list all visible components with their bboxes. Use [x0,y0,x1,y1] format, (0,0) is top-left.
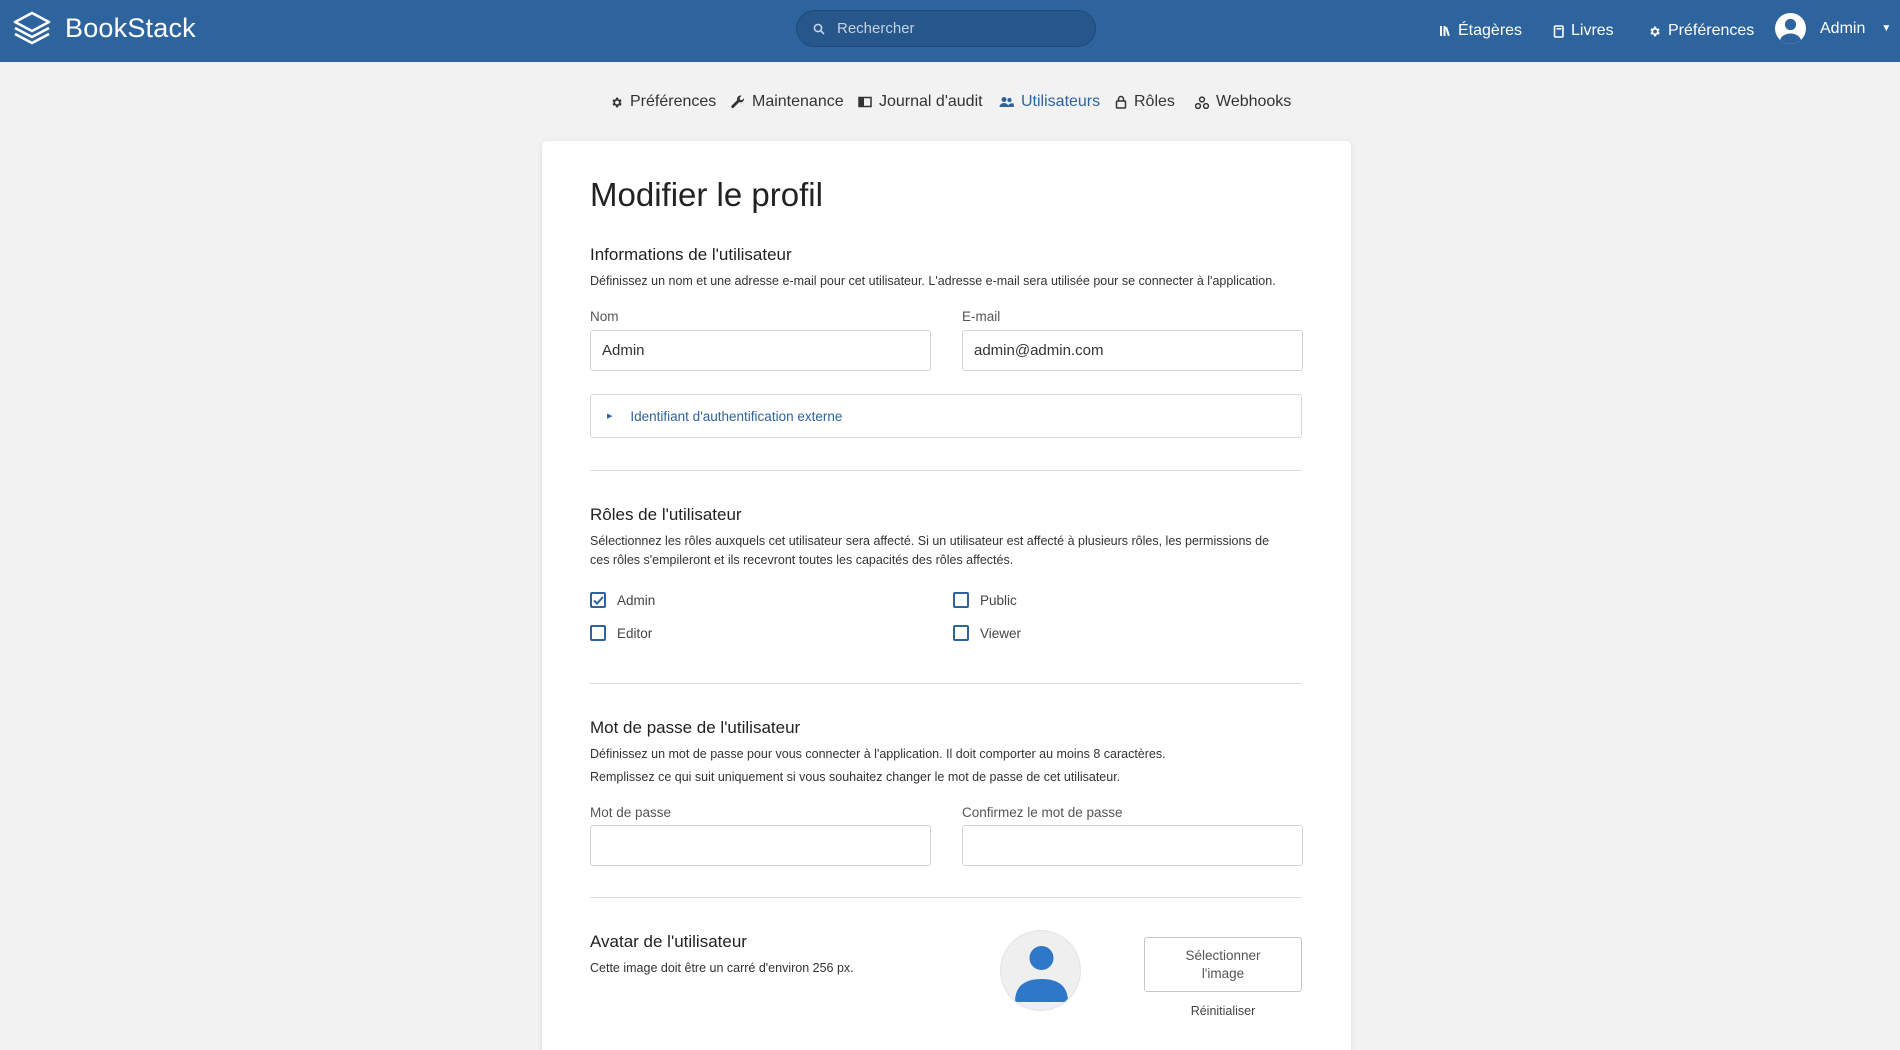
confirm-password-field[interactable] [962,825,1303,866]
user-password-desc-line2: Remplissez ce qui suit uniquement si vou… [590,770,1121,784]
nav-shelves-label: Étagères [1458,22,1523,39]
user-roles-desc-line2: ces rôles s'empileront et ils recevront … [590,553,1014,567]
divider [590,470,1302,471]
tab-users-label: Utilisateurs [1021,93,1101,110]
name-field[interactable] [590,330,931,371]
user-avatar [1775,13,1806,44]
checkmark-icon [592,595,604,605]
top-header: BookStack Étagères Livres Préférences [0,0,1900,62]
shelves-icon [1440,26,1450,37]
page-title: Modifier le profil [590,176,823,213]
user-roles-title: Rôles de l'utilisateur [590,505,742,524]
role-checkbox-public[interactable]: Public [953,592,1017,608]
checkbox[interactable] [590,625,606,641]
gear-icon [1650,26,1660,36]
role-label-public: Public [980,592,1017,608]
lock-icon [1115,95,1127,109]
role-label-viewer: Viewer [980,625,1022,641]
nav-books[interactable]: Livres [1553,0,1614,62]
edit-profile-card: Modifier le profil Informations de l'uti… [542,141,1351,1050]
user-avatar-title: Avatar de l'utilisateur [590,932,747,951]
tab-webhooks[interactable]: Webhooks [1195,93,1291,111]
avatar-preview [1000,930,1081,1011]
password-label: Mot de passe [590,805,672,820]
user-icon [1780,18,1801,44]
user-menu[interactable]: Admin ▼ [1775,13,1891,44]
tab-maintenance-label: Maintenance [752,93,844,110]
bookstack-logo-icon [13,11,51,45]
tab-users[interactable]: Utilisateurs [999,93,1100,111]
nav-preferences[interactable]: Préférences [1648,0,1754,62]
webhooks-icon [1195,95,1209,109]
email-label: E-mail [962,309,1001,324]
wrench-icon [731,95,745,109]
search-icon [813,23,825,35]
logo[interactable]: BookStack [11,8,196,48]
select-image-button[interactable]: Sélectionner l'image [1144,937,1302,992]
role-checkbox-admin[interactable]: Admin [590,592,655,608]
users-icon [999,97,1014,107]
confirm-password-label: Confirmez le mot de passe [962,805,1123,820]
password-field[interactable] [590,825,931,866]
tab-roles-label: Rôles [1134,93,1175,110]
divider [590,683,1302,684]
user-avatar-desc: Cette image doit être un carré d'environ… [590,961,854,975]
checkbox[interactable] [953,625,969,641]
app-name: BookStack [65,12,196,43]
user-info-title: Informations de l'utilisateur [590,245,792,264]
gear-icon [612,97,622,107]
nav-books-label: Livres [1571,22,1614,39]
role-label-editor: Editor [617,625,653,641]
tab-audit-log[interactable]: Journal d'audit [858,93,983,111]
books-icon [1553,24,1564,38]
tab-preferences-label: Préférences [630,93,717,110]
select-image-label-line2: l'image [1201,965,1245,981]
caret-right-icon: ▶ [607,413,613,420]
search-input[interactable] [837,20,1077,37]
email-field[interactable] [962,330,1303,371]
user-info-desc: Définissez un nom et une adresse e-mail … [590,274,1276,288]
name-label: Nom [590,309,619,324]
reset-avatar-button[interactable]: Réinitialiser [1144,1004,1302,1018]
tab-webhooks-label: Webhooks [1216,93,1292,110]
settings-tabs: Préférences Maintenance Journal d'audit … [0,93,1900,115]
checkbox[interactable] [590,592,606,608]
tab-roles[interactable]: Rôles [1115,93,1175,111]
user-name: Admin [1820,19,1866,37]
role-checkbox-viewer[interactable]: Viewer [953,625,1021,641]
role-label-admin: Admin [617,592,656,608]
tab-preferences[interactable]: Préférences [610,93,716,111]
divider [590,897,1302,898]
tab-maintenance[interactable]: Maintenance [731,93,844,111]
nav-shelves[interactable]: Étagères [1439,0,1522,62]
audit-log-icon [858,96,872,108]
user-password-title: Mot de passe de l'utilisateur [590,718,801,737]
select-image-label-line1: Sélectionner [1185,947,1261,963]
nav-preferences-label: Préférences [1668,22,1755,39]
user-password-desc-line1: Définissez un mot de passe pour vous con… [590,747,1166,761]
user-icon [1015,946,1068,1002]
tab-audit-log-label: Journal d'audit [879,93,983,110]
search-box[interactable] [796,10,1096,47]
user-roles-desc-line1: Sélectionnez les rôles auxquels cet util… [590,534,1270,548]
checkbox[interactable] [953,592,969,608]
external-auth-toggle[interactable]: ▶ Identifiant d'authentification externe [590,394,1302,438]
role-checkbox-editor[interactable]: Editor [590,625,652,641]
chevron-down-icon: ▼ [1881,23,1892,34]
external-auth-label: Identifiant d'authentification externe [630,408,843,424]
